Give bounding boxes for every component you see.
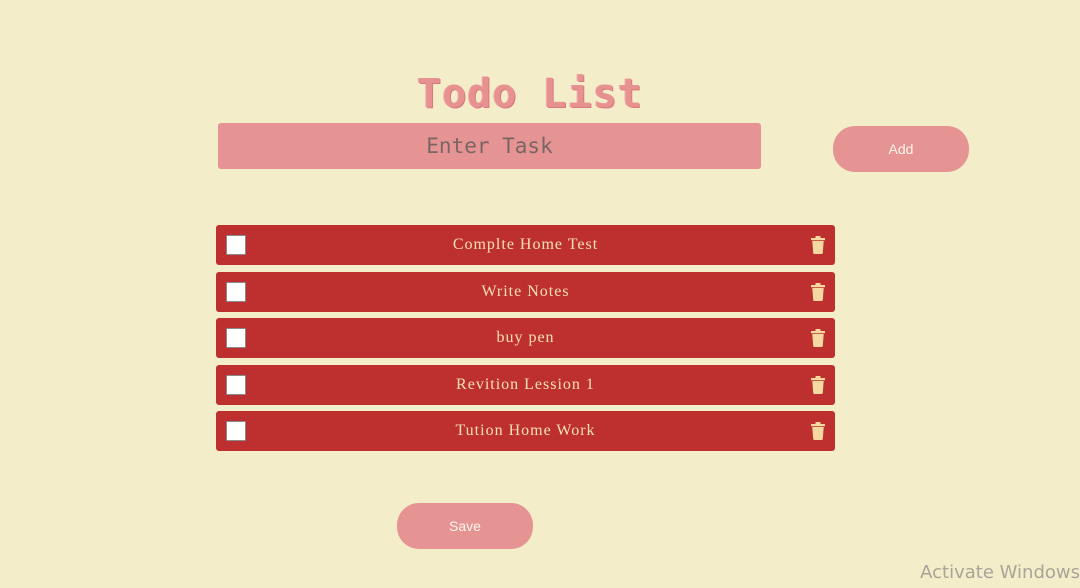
task-label: Tution Home Work <box>455 422 596 439</box>
task-checkbox[interactable] <box>226 328 246 348</box>
task-label: Complte Home Test <box>452 236 599 253</box>
task-item: Revition Lession 1 <box>216 364 835 405</box>
task-label: Revition Lession 1 <box>456 375 595 393</box>
save-button[interactable]: Save <box>397 503 533 549</box>
task-item: buy pen <box>216 318 835 358</box>
task-label: buy pen <box>496 329 555 346</box>
task-list: Complte Home Test Write Notes buy pen Re… <box>216 225 835 458</box>
task-label: Write Notes <box>481 282 570 300</box>
task-checkbox[interactable] <box>226 235 246 255</box>
task-checkbox[interactable] <box>226 281 246 302</box>
activate-windows-watermark: Activate Windows <box>920 562 1080 583</box>
add-button[interactable]: Add <box>833 126 969 172</box>
trash-icon[interactable] <box>810 375 826 394</box>
task-input[interactable] <box>218 123 761 169</box>
task-item: Write Notes <box>216 271 835 312</box>
task-item: Complte Home Test <box>216 225 835 265</box>
page-title: Todo List <box>417 70 643 117</box>
task-checkbox[interactable] <box>226 374 246 395</box>
task-item: Tution Home Work <box>216 411 835 451</box>
trash-icon[interactable] <box>810 282 826 301</box>
trash-icon[interactable] <box>810 236 826 254</box>
task-checkbox[interactable] <box>226 421 246 441</box>
trash-icon[interactable] <box>810 422 826 440</box>
trash-icon[interactable] <box>810 329 826 347</box>
